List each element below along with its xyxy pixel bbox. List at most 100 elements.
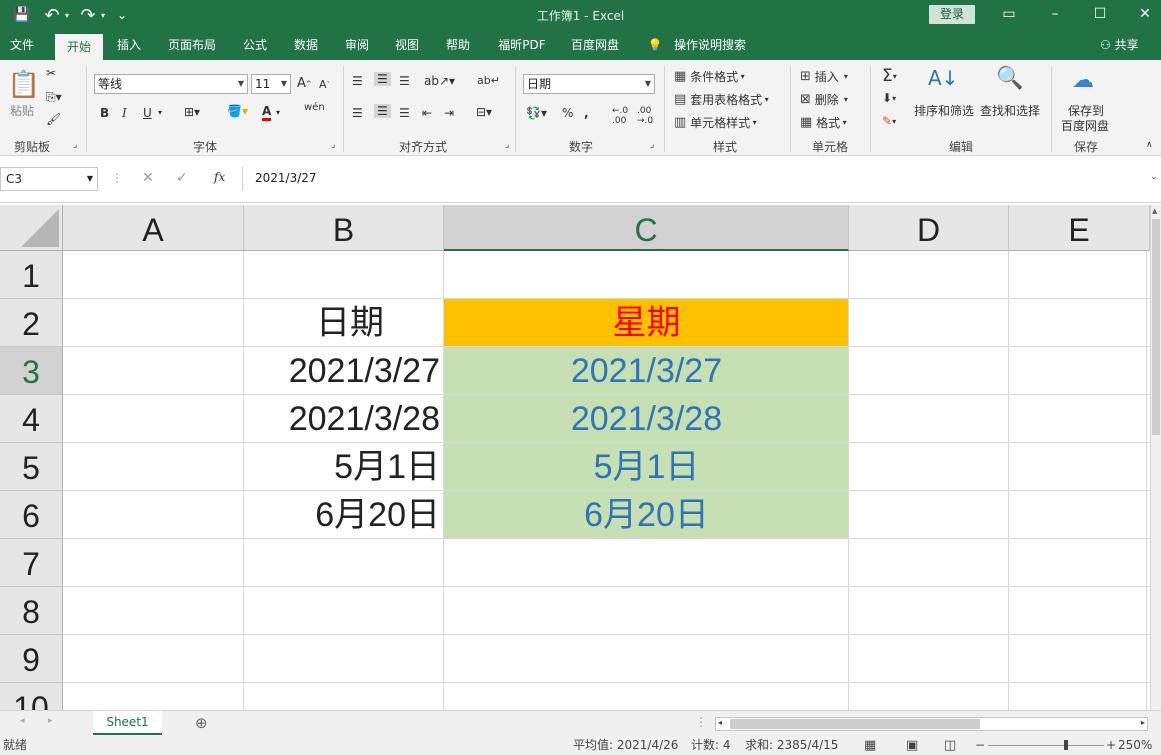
zoom-slider[interactable] <box>988 745 1104 746</box>
cell-b3[interactable]: 2021/3/27 <box>244 347 440 395</box>
row-header-8[interactable]: 8 <box>0 587 63 635</box>
page-layout-view-icon[interactable]: ▣ <box>906 736 918 755</box>
find-select-icon[interactable]: 🔍 <box>996 66 1023 91</box>
column-header-e[interactable]: E <box>1009 205 1150 251</box>
tab-home[interactable]: 开始 <box>55 34 103 60</box>
ribbon-display-options-icon[interactable]: ▭ <box>994 4 1024 26</box>
zoom-slider-thumb[interactable] <box>1064 740 1068 750</box>
tab-review[interactable]: 审阅 <box>336 30 378 60</box>
tab-baidu-netdisk[interactable]: 百度网盘 <box>566 30 624 60</box>
tab-view[interactable]: 视图 <box>386 30 428 60</box>
column-header-d[interactable]: D <box>849 205 1009 251</box>
cell-c4[interactable]: 2021/3/28 <box>444 395 849 443</box>
maximize-icon[interactable]: ☐ <box>1085 4 1115 26</box>
italic-icon[interactable]: I <box>122 106 127 120</box>
tab-file[interactable]: 文件 <box>0 30 44 60</box>
vertical-scrollbar[interactable]: ▲ <box>1150 205 1161 710</box>
page-break-view-icon[interactable]: ◫ <box>944 736 956 755</box>
tell-me-search[interactable]: 操作说明搜索 <box>670 30 750 60</box>
cell-styles-button[interactable]: ▥ 单元格样式 ▾ <box>674 114 757 131</box>
expand-formula-icon[interactable]: ⌄ <box>1150 172 1158 182</box>
autosum-icon[interactable]: Σ ▾ <box>882 66 897 86</box>
dialog-launcher-icon[interactable]: ⌟ <box>505 140 509 150</box>
font-name-combo[interactable]: 等线 ▼ <box>94 74 248 94</box>
increase-font-icon[interactable]: A ^ <box>297 76 312 91</box>
next-sheet-icon[interactable]: ▸ <box>48 716 53 726</box>
decrease-font-icon[interactable]: Aˇ <box>319 78 330 91</box>
zoom-level[interactable]: 250% <box>1118 736 1152 755</box>
cell-c2[interactable]: 星期 <box>444 299 849 347</box>
format-painter-icon[interactable]: 🖌 <box>46 112 61 126</box>
phonetic-icon[interactable]: wén <box>304 102 325 113</box>
lightbulb-icon[interactable]: 💡 <box>645 30 665 60</box>
split-handle-icon[interactable]: ⋮ <box>695 715 707 729</box>
borders-icon[interactable]: ⊞▾ <box>184 105 200 119</box>
cell-b4[interactable]: 2021/3/28 <box>244 395 440 443</box>
align-left-icon[interactable]: ☰ <box>352 106 363 120</box>
row-header-5[interactable]: 5 <box>0 443 63 491</box>
column-header-c[interactable]: C <box>444 205 849 251</box>
share-button[interactable]: ⚇ 共享 <box>1100 30 1139 60</box>
sort-filter-button[interactable]: 排序和筛选 <box>914 102 974 119</box>
horizontal-scrollbar[interactable]: ◂ ▸ <box>715 717 1148 731</box>
collapse-ribbon-icon[interactable]: ∧ <box>1146 140 1153 150</box>
fill-color-icon[interactable]: 🪣▾ <box>227 104 248 118</box>
cell-b5[interactable]: 5月1日 <box>244 443 440 491</box>
tab-help[interactable]: 帮助 <box>437 30 479 60</box>
number-format-combo[interactable]: 日期 ▼ <box>523 74 655 94</box>
increase-decimal-icon[interactable]: ←.0.00 <box>612 106 628 126</box>
bold-icon[interactable]: B <box>100 106 109 120</box>
cell-b2[interactable]: 日期 <box>244 299 440 347</box>
format-as-table-button[interactable]: ▤ 套用表格格式 ▾ <box>674 91 769 108</box>
prev-sheet-icon[interactable]: ◂ <box>20 716 25 726</box>
align-center-icon[interactable]: ☰ <box>374 104 391 118</box>
scroll-left-icon[interactable]: ◂ <box>718 718 722 727</box>
align-right-icon[interactable]: ☰ <box>399 106 410 120</box>
tab-data[interactable]: 数据 <box>285 30 327 60</box>
tab-formulas[interactable]: 公式 <box>234 30 276 60</box>
conditional-formatting-button[interactable]: ▦ 条件格式 ▾ <box>674 68 745 85</box>
align-middle-icon[interactable]: ☰ <box>374 72 391 86</box>
cell-c6[interactable]: 6月20日 <box>444 491 849 539</box>
normal-view-icon[interactable]: ▦ <box>864 736 876 755</box>
orientation-icon[interactable]: ab↗▾ <box>424 74 455 88</box>
wrap-text-icon[interactable]: ab↵ <box>477 74 500 87</box>
close-icon[interactable]: ✕ <box>1130 4 1160 26</box>
sort-filter-icon[interactable]: A↓ <box>928 66 958 90</box>
copy-icon[interactable]: ⎘▾ <box>46 90 62 105</box>
cell-c5[interactable]: 5月1日 <box>444 443 849 491</box>
dialog-launcher-icon[interactable]: ⌟ <box>331 140 335 150</box>
column-header-a[interactable]: A <box>63 205 244 251</box>
row-header-6[interactable]: 6 <box>0 491 63 539</box>
minimize-icon[interactable]: – <box>1040 4 1070 26</box>
formula-input[interactable]: 2021/3/27 <box>242 167 1146 191</box>
row-header-1[interactable]: 1 <box>0 251 63 299</box>
scroll-thumb[interactable] <box>730 719 980 729</box>
underline-icon[interactable]: U <box>143 106 152 120</box>
row-header-2[interactable]: 2 <box>0 299 63 347</box>
delete-cells-button[interactable]: ⊠ 删除 ▾ <box>800 91 848 108</box>
baidu-netdisk-label[interactable]: 百度网盘 <box>1061 117 1109 134</box>
scroll-right-icon[interactable]: ▸ <box>1141 718 1145 727</box>
cancel-icon[interactable]: ✕ <box>142 170 154 186</box>
insert-cells-button[interactable]: ⊞ 插入 ▾ <box>800 68 848 85</box>
tab-page-layout[interactable]: 页面布局 <box>160 30 224 60</box>
tab-insert[interactable]: 插入 <box>108 30 150 60</box>
scroll-up-icon[interactable]: ▲ <box>1152 207 1157 215</box>
sheet-tab-sheet1[interactable]: Sheet1 <box>93 711 162 735</box>
accounting-format-icon[interactable]: 💱▾ <box>526 106 547 120</box>
align-bottom-icon[interactable]: ☰ <box>399 74 410 88</box>
chevron-down-icon[interactable]: ▾ <box>276 108 280 117</box>
zoom-out-icon[interactable]: − <box>975 736 985 755</box>
insert-function-icon[interactable]: fx <box>214 170 225 184</box>
cut-icon[interactable]: ✂ <box>46 66 56 80</box>
login-button[interactable]: 登录 <box>929 5 975 24</box>
add-sheet-icon[interactable]: ⊕ <box>195 714 208 732</box>
row-header-10[interactable]: 10 <box>0 683 63 710</box>
column-header-b[interactable]: B <box>244 205 444 251</box>
enter-icon[interactable]: ✓ <box>176 170 188 186</box>
paste-button[interactable]: 粘贴 <box>10 102 34 119</box>
font-color-icon[interactable]: A <box>262 104 272 121</box>
cell-b6[interactable]: 6月20日 <box>244 491 440 539</box>
scroll-thumb[interactable] <box>1152 219 1160 435</box>
